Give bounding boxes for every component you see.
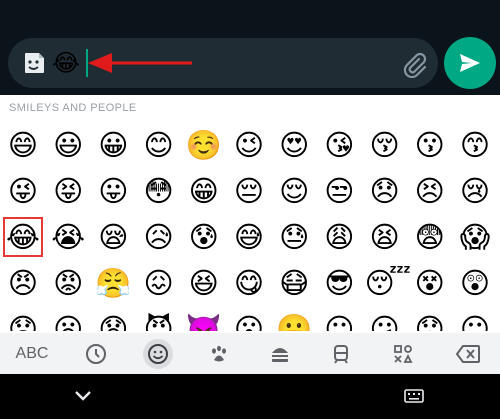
emoji-key[interactable]: 😛	[93, 171, 133, 211]
emoji-key[interactable]: 😀	[93, 125, 133, 165]
emoji-key[interactable]: 😍	[274, 125, 314, 165]
emoji-key[interactable]: 😙	[455, 125, 495, 165]
emoji-key[interactable]: 😴	[365, 263, 412, 303]
emoji-key[interactable]: 😐	[319, 309, 359, 331]
chat-compose-area: 😂	[0, 0, 500, 95]
chevron-down-icon[interactable]	[74, 390, 92, 402]
emoji-key[interactable]: 😣	[410, 171, 450, 211]
emoji-key[interactable]: 😈	[139, 309, 179, 331]
emoji-key[interactable]: 😧	[93, 309, 133, 331]
emoji-key[interactable]: 😦	[48, 309, 88, 331]
emoji-key[interactable]: 😭	[48, 217, 88, 257]
emoji-keyboard: SMILEYS AND PEOPLE 😄 😃 😀 😊 ☺️ 😉 😍 😘 😚 😗 😙 😜 😝 😛 😳 😁 😔 😌 😒 😞…	[0, 95, 500, 374]
burger-icon[interactable]	[258, 333, 302, 374]
send-button[interactable]	[444, 37, 496, 89]
emoji-key-selected[interactable]: 😂	[3, 217, 43, 257]
backspace-icon[interactable]	[446, 333, 490, 374]
sticker-icon[interactable]	[20, 49, 48, 77]
emoji-key[interactable]: 😔	[229, 171, 269, 211]
emoji-key[interactable]: 😉	[229, 125, 269, 165]
emoji-grid: 😄 😃 😀 😊 ☺️ 😉 😍 😘 😚 😗 😙 😜 😝 😛 😳 😁 😔 😌 😒 😞 😣 😢 😂 😭 😪 😥 😰 😅 😓 😩 😫 😨 😱 😠 😡 😤 😖 😆 😋…	[0, 125, 500, 331]
emoji-key[interactable]: 😝	[48, 171, 88, 211]
emoji-key[interactable]: 😋	[229, 263, 269, 303]
emoji-key[interactable]: 😁	[184, 171, 224, 211]
emoji-key[interactable]: 😗	[410, 125, 450, 165]
emoji-key[interactable]: 😩	[319, 217, 359, 257]
message-text: 😂	[52, 49, 81, 77]
section-label: SMILEYS AND PEOPLE	[9, 102, 137, 114]
emoji-key[interactable]: 😰	[184, 217, 224, 257]
emoji-key[interactable]: 😕	[365, 309, 405, 331]
emoji-key[interactable]: 😨	[410, 217, 450, 257]
keyboard-icon[interactable]	[404, 389, 424, 403]
emoji-key[interactable]: 😚	[365, 125, 405, 165]
emoji-key[interactable]: 😬	[274, 309, 314, 331]
paperclip-icon[interactable]	[400, 50, 428, 79]
emoji-key[interactable]: 😜	[3, 171, 43, 211]
emoji-key[interactable]: 😓	[274, 217, 314, 257]
clock-icon[interactable]	[74, 333, 118, 374]
emoji-key[interactable]: 😘	[319, 125, 359, 165]
emoji-key[interactable]: 😅	[229, 217, 269, 257]
emoji-key[interactable]: 😄	[3, 125, 43, 165]
train-icon[interactable]	[319, 333, 363, 374]
send-icon	[460, 54, 480, 72]
emoji-key[interactable]: ☺️	[184, 125, 224, 165]
emoji-key[interactable]: 😫	[365, 217, 405, 257]
emoji-key[interactable]: 😎	[319, 263, 359, 303]
abc-button[interactable]: ABC	[0, 333, 64, 374]
paw-icon[interactable]	[197, 333, 241, 374]
emoji-key[interactable]: 😳	[139, 171, 179, 211]
emoji-key[interactable]: 😱	[455, 217, 495, 257]
emoji-key[interactable]: 😥	[139, 217, 179, 257]
system-nav-bar	[0, 374, 500, 419]
emoji-key[interactable]: 😡	[48, 263, 88, 303]
emoji-key[interactable]: 😵	[410, 263, 450, 303]
symbols-icon[interactable]	[381, 333, 425, 374]
emoji-key[interactable]: 😞	[365, 171, 405, 211]
emoji-key[interactable]: 😪	[93, 217, 133, 257]
emoji-key[interactable]: 😖	[139, 263, 179, 303]
emoji-key[interactable]: 😒	[319, 171, 359, 211]
emoji-key[interactable]: 😤	[93, 263, 133, 303]
message-input[interactable]: 😂	[8, 38, 438, 88]
emoji-key[interactable]: 😆	[184, 263, 224, 303]
annotation-arrow	[88, 53, 192, 73]
emoji-key[interactable]: 😯	[410, 309, 450, 331]
emoji-key[interactable]: 😊	[139, 125, 179, 165]
emoji-key[interactable]: 😌	[274, 171, 314, 211]
emoji-key[interactable]: 😟	[3, 309, 43, 331]
emoji-key[interactable]: 😢	[455, 171, 495, 211]
emoji-key[interactable]: 😃	[48, 125, 88, 165]
emoji-key[interactable]: 😲	[455, 263, 495, 303]
smiley-icon[interactable]	[136, 333, 180, 374]
emoji-key[interactable]: 😠	[3, 263, 43, 303]
emoji-key[interactable]: 😮	[229, 309, 269, 331]
emoji-key[interactable]: 👿	[184, 309, 224, 331]
emoji-key[interactable]: 😷	[274, 263, 314, 303]
emoji-key[interactable]: 😶	[455, 309, 495, 331]
category-bar: ABC	[0, 333, 500, 374]
